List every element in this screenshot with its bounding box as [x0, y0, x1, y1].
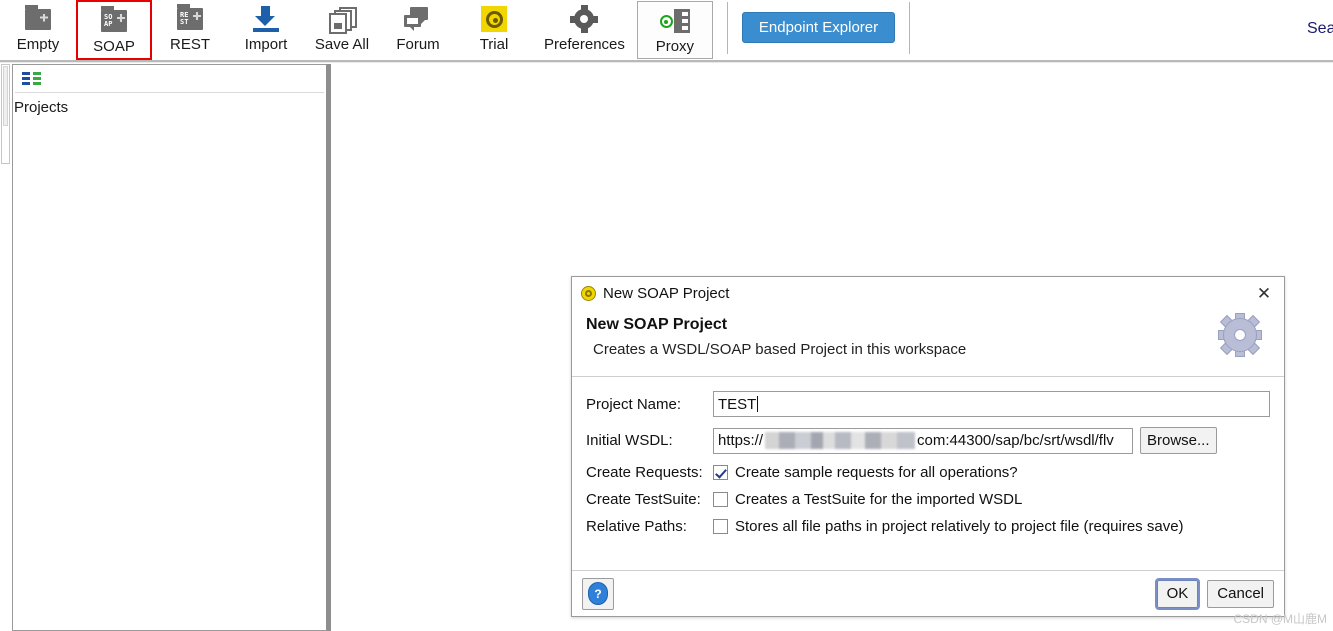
save-all-icon [329, 4, 357, 34]
projects-grid-icon[interactable] [22, 71, 41, 86]
help-question-icon: ? [588, 582, 608, 605]
rest-icon-text-line2: ST [180, 18, 189, 26]
toolbar-label-empty: Empty [16, 36, 60, 53]
toolbar-bottom-rule-light [0, 62, 1333, 63]
create-requests-text: Create sample requests for all operation… [735, 464, 1018, 481]
scrollbar-thumb[interactable] [3, 66, 8, 126]
toolbar-label-import: Import [244, 36, 288, 53]
import-project-icon [251, 4, 281, 34]
toolbar-divider [726, 2, 728, 54]
forum-icon [404, 4, 432, 34]
new-soap-project-icon: SO AP [101, 6, 127, 36]
wsdl-value-prefix: https:// [718, 432, 764, 449]
browse-button[interactable]: Browse... [1140, 427, 1217, 454]
create-requests-row: Create Requests: Create sample requests … [586, 464, 1270, 481]
navigator-toolbar [13, 65, 326, 92]
toolbar-label-soap: SOAP [93, 38, 135, 55]
project-name-label: Project Name: [586, 395, 682, 413]
navigator-scrollbar[interactable] [1, 64, 10, 164]
navigator-title: Projects [14, 99, 69, 116]
new-soap-project-dialog: New SOAP Project ✕ New SOAP Project Crea… [571, 276, 1285, 617]
toolbar-button-preferences[interactable]: Preferences [532, 0, 637, 60]
close-icon[interactable]: ✕ [1254, 284, 1274, 304]
toolbar-label-proxy: Proxy [655, 38, 695, 55]
search-forum-label[interactable]: Sea [1307, 20, 1333, 38]
toolbar-button-forum[interactable]: Forum [380, 0, 456, 60]
initial-wsdl-row: Initial WSDL: https:// com:44300/sap/bc/s… [586, 427, 1270, 454]
cancel-button[interactable]: Cancel [1207, 579, 1274, 608]
project-name-input[interactable]: TEST [713, 391, 1270, 417]
new-empty-project-icon [25, 4, 51, 34]
toolbar-label-forum: Forum [396, 36, 440, 53]
toolbar-button-soap[interactable]: SO AP SOAP [76, 0, 152, 60]
toolbar-button-rest[interactable]: RE ST REST [152, 0, 228, 60]
create-testsuite-text: Creates a TestSuite for the imported WSD… [735, 491, 1023, 508]
create-requests-checkbox[interactable] [713, 465, 728, 480]
create-testsuite-row: Create TestSuite: Creates a TestSuite fo… [586, 491, 1270, 508]
toolbar-button-save-all[interactable]: Save All [304, 0, 380, 60]
dialog-body: Project Name: TEST Initial WSDL: https:/… [572, 377, 1284, 535]
watermark: CSDN @M山鹿M [1233, 612, 1327, 626]
toolbar-label-trial: Trial [479, 36, 509, 53]
redacted-hostname [765, 432, 916, 449]
gear-icon [570, 4, 599, 34]
new-rest-project-icon: RE ST [177, 4, 203, 34]
toolbar-label-save-all: Save All [314, 36, 370, 53]
toolbar-button-empty[interactable]: Empty [0, 0, 76, 60]
toolbar-label-rest: REST [169, 36, 210, 53]
trial-icon [481, 4, 507, 34]
toolbar-button-trial[interactable]: Trial [456, 0, 532, 60]
relative-paths-text: Stores all file paths in project relativ… [735, 518, 1184, 535]
create-requests-label: Create Requests: [586, 464, 703, 481]
dialog-header: New SOAP Project Creates a WSDL/SOAP bas… [572, 310, 1284, 376]
toolbar-button-import[interactable]: Import [228, 0, 304, 60]
proxy-server-icon [659, 6, 690, 36]
dialog-heading: New SOAP Project [586, 316, 728, 333]
relative-paths-label: Relative Paths: [586, 518, 687, 535]
plus-icon [117, 14, 125, 22]
toolbar-label-preferences: Preferences [544, 36, 625, 53]
create-testsuite-label: Create TestSuite: [586, 491, 701, 508]
soapui-logo-icon [581, 286, 596, 301]
toolbar-button-proxy[interactable]: Proxy [636, 1, 713, 59]
soap-icon-text-line2: AP [104, 20, 113, 28]
main-toolbar: Empty SO AP SOAP RE ST REST Import Save … [0, 0, 1333, 62]
text-caret [757, 396, 759, 412]
initial-wsdl-input[interactable]: https:// com:44300/sap/bc/srt/wsdl/flv [713, 427, 1133, 454]
relative-paths-row: Relative Paths: Stores all file paths in… [586, 518, 1270, 535]
create-testsuite-checkbox[interactable] [713, 492, 728, 507]
gear-icon [1218, 313, 1262, 357]
endpoint-explorer-button[interactable]: Endpoint Explorer [741, 12, 896, 43]
ok-button[interactable]: OK [1154, 577, 1201, 610]
project-name-row: Project Name: TEST [586, 391, 1270, 417]
dialog-subheading: Creates a WSDL/SOAP based Project in thi… [593, 341, 967, 358]
navigator-panel: Projects [12, 64, 329, 631]
project-name-value: TEST [718, 395, 757, 413]
dialog-footer: ? OK Cancel [572, 570, 1284, 616]
help-button[interactable]: ? [582, 577, 614, 610]
initial-wsdl-label: Initial WSDL: [586, 432, 673, 449]
plus-icon [193, 12, 201, 20]
relative-paths-checkbox[interactable] [713, 519, 728, 534]
toolbar-divider [909, 2, 911, 54]
wsdl-value-suffix: com:44300/sap/bc/srt/wsdl/flv [917, 432, 1114, 449]
dialog-title: New SOAP Project [603, 285, 730, 302]
dialog-titlebar: New SOAP Project ✕ [572, 277, 1284, 310]
